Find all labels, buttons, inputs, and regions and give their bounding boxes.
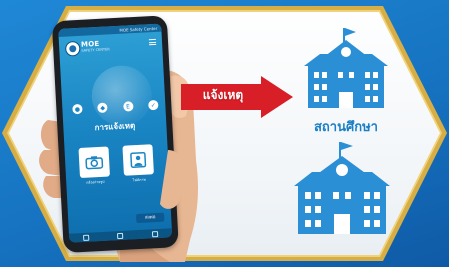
nav-back-icon[interactable]	[83, 234, 90, 241]
smartphone: MOE Safety Center MOE SAFETY CENTER ● ◆ …	[51, 15, 179, 253]
gallery-tile[interactable]	[122, 144, 154, 176]
nav-recent-icon[interactable]	[151, 230, 159, 237]
report-title: การแจ้งเหตุ	[94, 121, 136, 133]
moe-logo-icon	[64, 40, 81, 57]
check-icon[interactable]: ✓	[148, 99, 159, 111]
location-pin-icon[interactable]: ◆	[97, 102, 108, 114]
school-building-icon	[304, 28, 388, 108]
gallery-icon	[130, 151, 147, 169]
school-building-icon-2	[294, 142, 390, 234]
report-arrow-label: แจ้งเหตุ	[202, 88, 244, 102]
hamburger-menu-icon[interactable]	[148, 38, 157, 46]
app-header: MOE SAFETY CENTER	[59, 32, 163, 67]
send-button[interactable]: ส่งต่อ	[136, 212, 165, 224]
gallery-tile-label: ไฟล์ภาพ	[132, 177, 146, 183]
camera-tile[interactable]	[78, 146, 111, 179]
camera-tile-label: กล้องถ่ายรูป	[86, 179, 105, 185]
app-subtitle: SAFETY CENTER	[81, 47, 110, 53]
e-icon[interactable]: E	[122, 101, 134, 112]
school-label: สถานศึกษา	[314, 120, 378, 135]
phone-screen: MOE Safety Center MOE SAFETY CENTER ● ◆ …	[58, 23, 173, 243]
camera-icon	[85, 156, 104, 170]
phone-nav-bar	[68, 228, 173, 243]
nav-home-icon[interactable]	[117, 232, 124, 239]
drop-icon[interactable]: ●	[72, 103, 83, 115]
